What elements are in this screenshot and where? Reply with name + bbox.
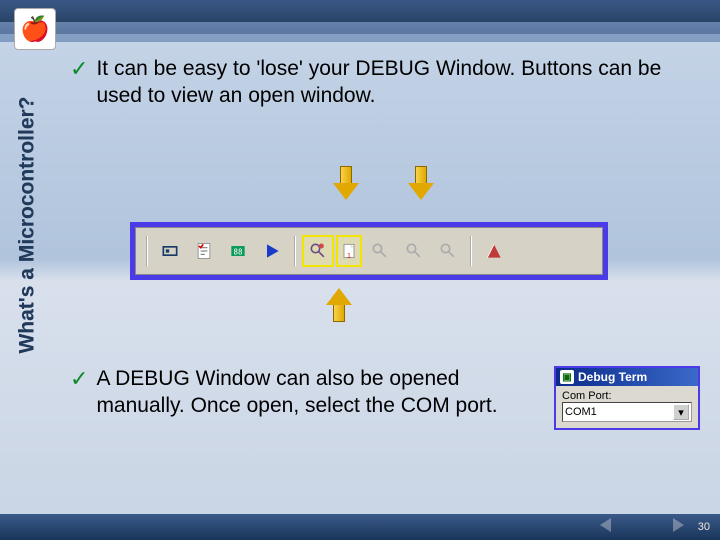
header-band [0, 0, 720, 22]
bullet-1: ✓ It can be easy to 'lose' your DEBUG Wi… [70, 56, 700, 110]
check-icon: ✓ [70, 56, 88, 82]
bullet-1-text: It can be easy to 'lose' your DEBUG Wind… [96, 56, 700, 110]
comport-select[interactable]: COM1 ▾ [562, 402, 692, 422]
debug3-icon[interactable] [398, 235, 430, 267]
svg-text:1: 1 [347, 253, 351, 260]
stamps-in-class-logo: 🍎 [14, 8, 56, 50]
debug4-icon[interactable] [432, 235, 464, 267]
chevron-down-icon[interactable]: ▾ [673, 404, 689, 420]
slide-side-title: What's a Microcontroller? [10, 60, 46, 390]
terminal-icon: ▣ [560, 370, 574, 384]
toolbar-separator [146, 236, 148, 266]
arrow-down-icon [335, 166, 357, 200]
help-icon[interactable] [478, 235, 510, 267]
checklist-icon[interactable] [188, 235, 220, 267]
arrow-up-icon [328, 288, 350, 322]
comport-label: Com Port: [562, 390, 692, 402]
prev-slide-icon[interactable] [600, 518, 611, 532]
nav-arrows [600, 518, 683, 537]
debug1-icon[interactable] [302, 235, 334, 267]
bullet-2-text: A DEBUG Window can also be opened manual… [96, 366, 542, 420]
slide-content: ✓ It can be easy to 'lose' your DEBUG Wi… [70, 56, 700, 510]
debug-terminal-window: ▣ Debug Term Com Port: COM1 ▾ [554, 366, 700, 430]
comport-value: COM1 [565, 406, 597, 418]
refresh-slide-icon[interactable] [647, 518, 661, 532]
next-slide-icon[interactable] [673, 518, 684, 532]
arrow-down-icon [410, 166, 432, 200]
id-chip-icon[interactable] [154, 235, 186, 267]
toolbar: 88 1 [135, 227, 603, 275]
chip-88-icon[interactable]: 88 [222, 235, 254, 267]
debug-new-icon[interactable]: 1 [336, 235, 362, 267]
debug-terminal-title: Debug Term [578, 370, 647, 384]
toolbar-separator [294, 236, 296, 266]
toolbar-screenshot: 88 1 [130, 222, 608, 280]
arrow-pointing-up [328, 288, 350, 322]
check-icon: ✓ [70, 366, 88, 392]
bullet-2: ✓ A DEBUG Window can also be opened manu… [70, 366, 542, 420]
home-slide-icon[interactable] [623, 518, 637, 532]
page-number: 30 [698, 521, 710, 533]
debug-terminal-titlebar: ▣ Debug Term [556, 368, 698, 386]
debug2-icon[interactable] [364, 235, 396, 267]
toolbar-separator [470, 236, 472, 266]
header-band-2 [0, 34, 720, 42]
play-icon[interactable] [256, 235, 288, 267]
footer-band: 30 [0, 514, 720, 540]
svg-text:88: 88 [233, 247, 243, 256]
